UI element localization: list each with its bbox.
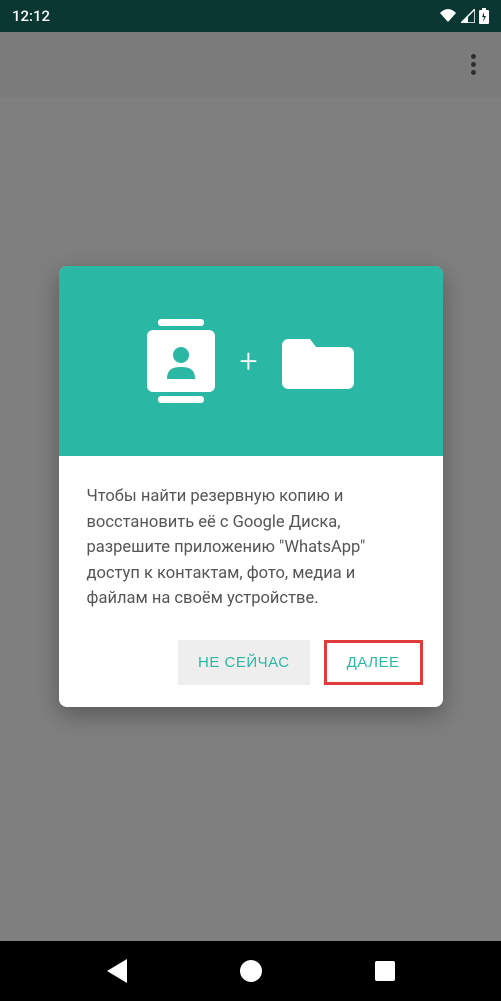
dialog-body: Чтобы найти резервную копию и восстанови… — [59, 456, 443, 622]
folder-icon — [282, 333, 354, 389]
navigation-bar — [0, 941, 501, 1001]
dialog-message: Чтобы найти резервную копию и восстанови… — [87, 484, 415, 612]
signal-icon — [461, 9, 475, 23]
status-bar: 12:12 — [0, 0, 501, 32]
nav-back-icon[interactable] — [107, 959, 127, 983]
dialog-header: + — [59, 266, 443, 456]
battery-icon — [479, 8, 489, 24]
contacts-icon — [147, 319, 215, 403]
dialog-actions: НЕ СЕЙЧАС ДАЛЕЕ — [59, 622, 443, 707]
modal-overlay: + Чтобы найти резервную копию и восстано… — [0, 32, 501, 941]
not-now-button[interactable]: НЕ СЕЙЧАС — [178, 640, 310, 685]
status-time: 12:12 — [12, 7, 50, 25]
permission-dialog: + Чтобы найти резервную копию и восстано… — [59, 266, 443, 707]
nav-home-icon[interactable] — [240, 960, 262, 982]
wifi-icon — [439, 9, 457, 23]
nav-recent-icon[interactable] — [375, 961, 395, 981]
next-button[interactable]: ДАЛЕЕ — [324, 640, 423, 685]
plus-icon: + — [239, 342, 257, 380]
status-icons — [439, 8, 489, 24]
